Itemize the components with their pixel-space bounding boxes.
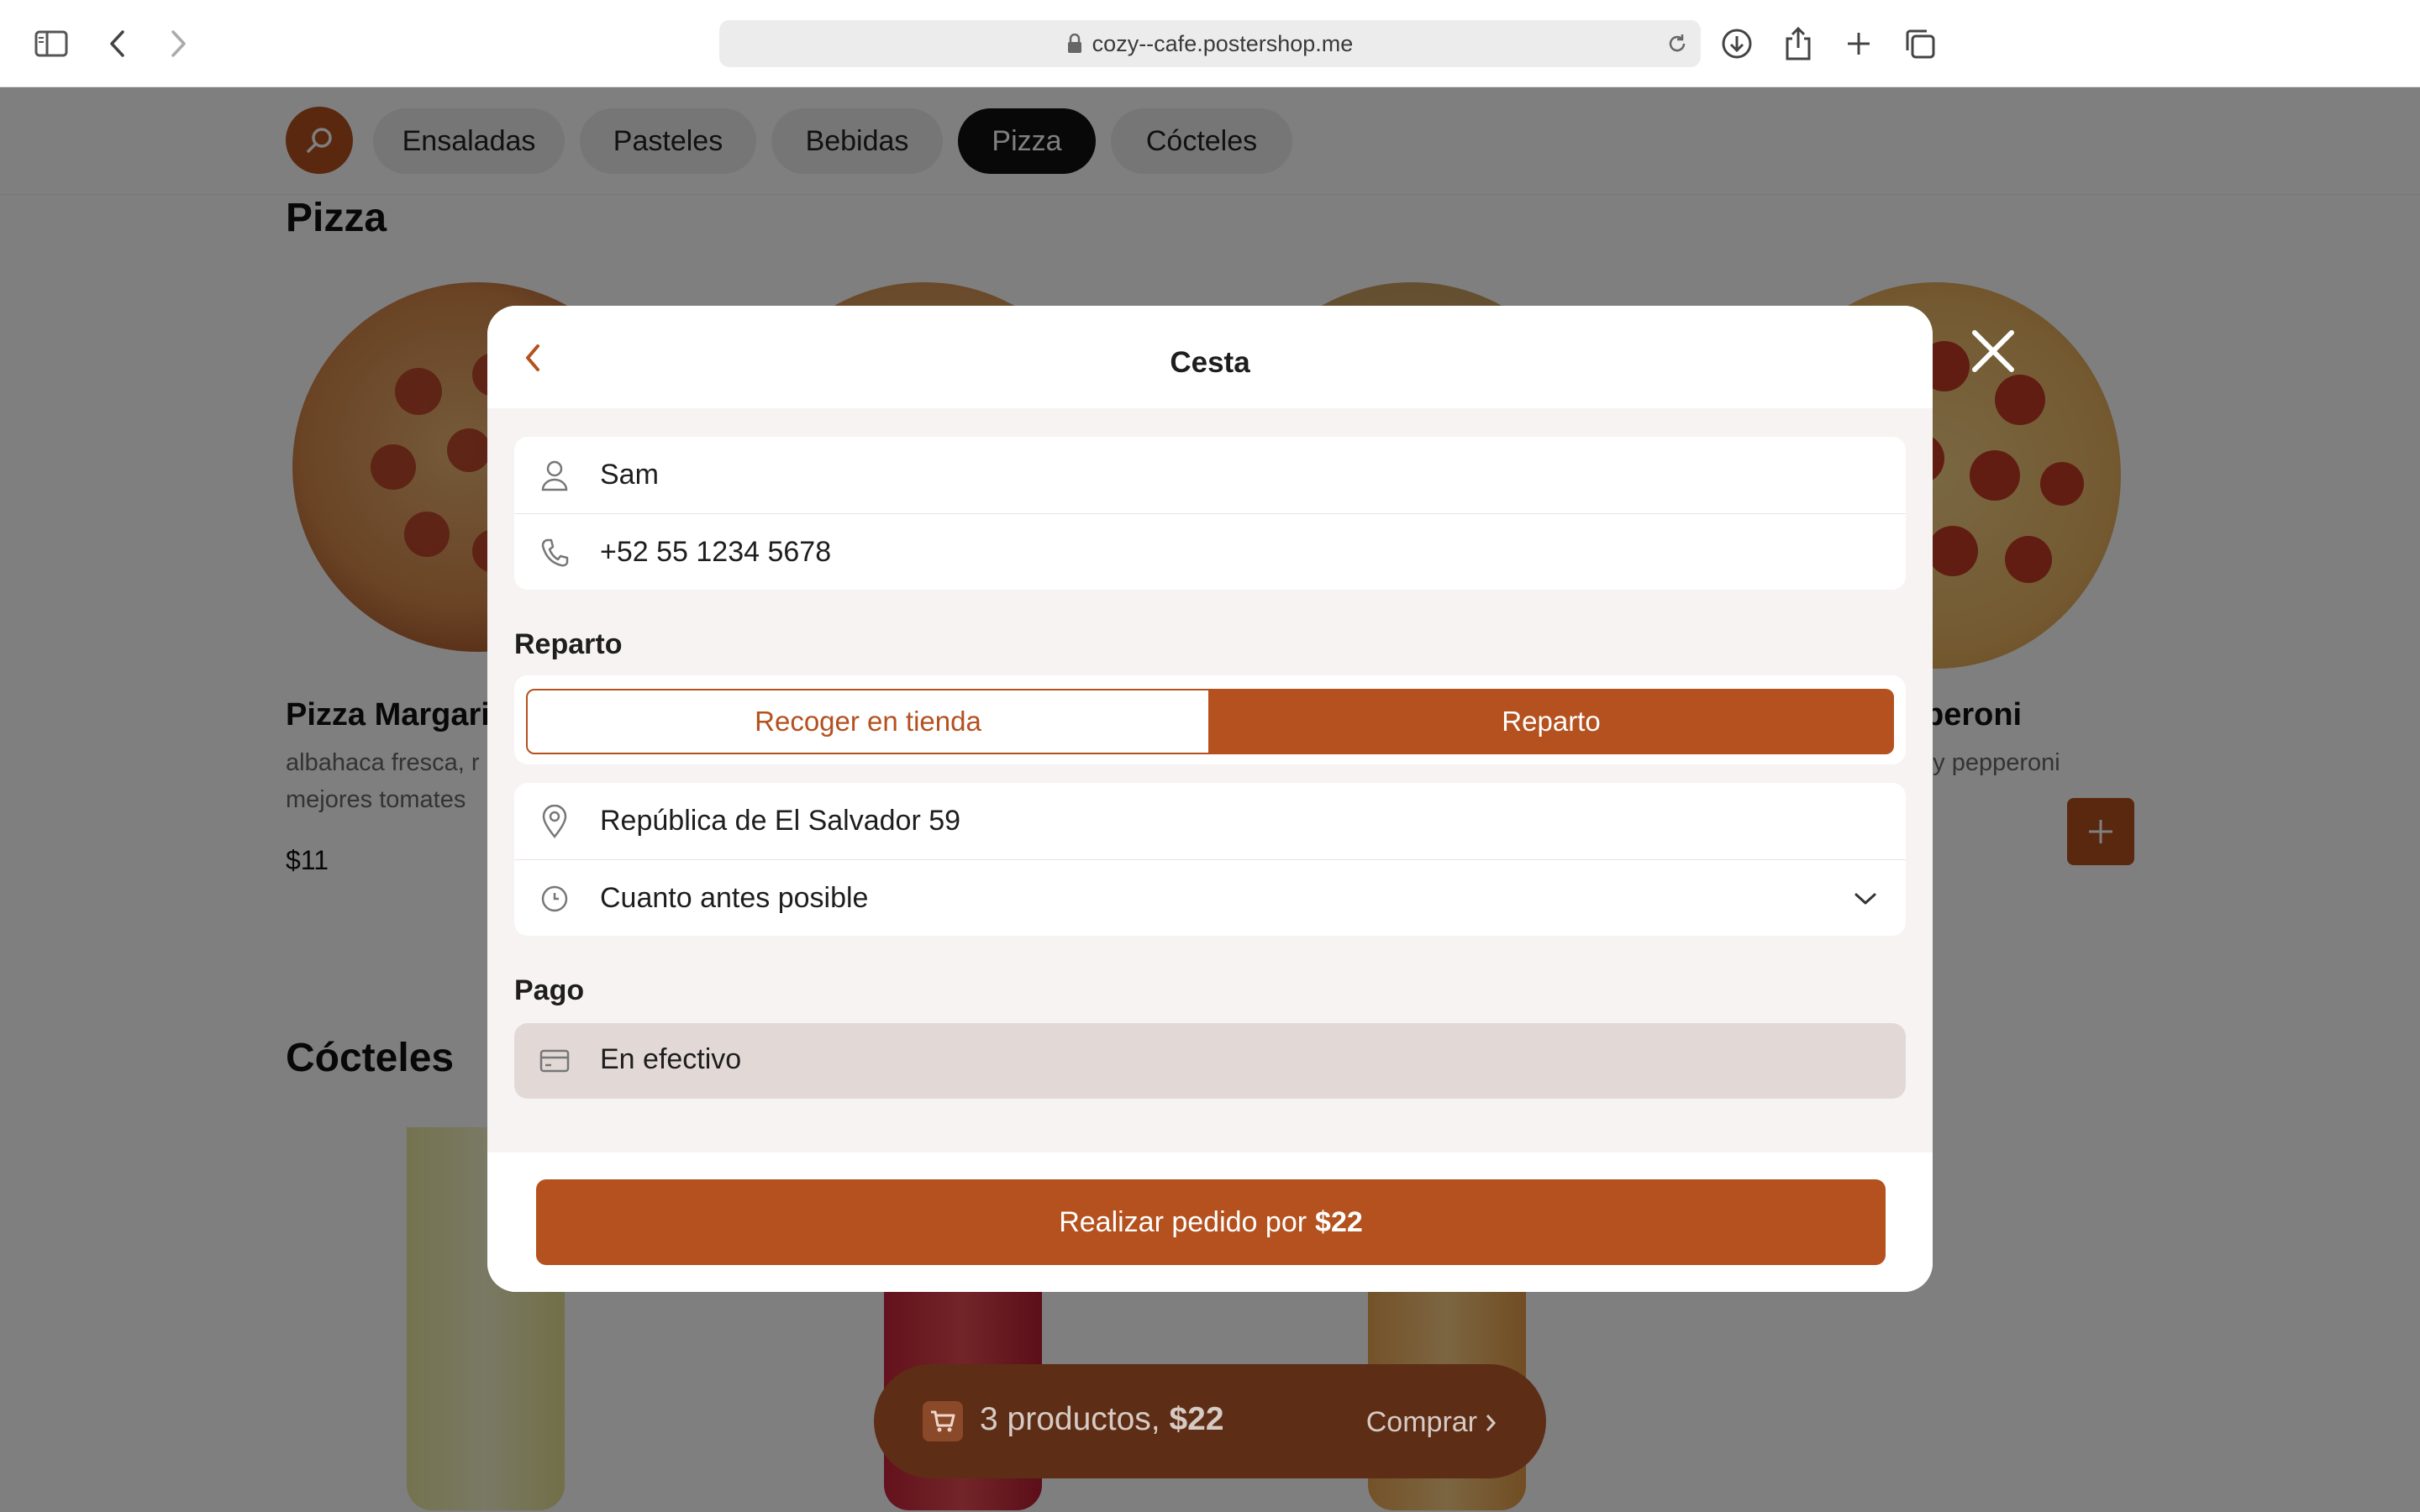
pickup-option[interactable]: Recoger en tienda: [526, 689, 1210, 754]
chevron-right-icon: [1486, 1414, 1497, 1431]
address-card: República de El Salvador 59 Cuanto antes…: [514, 783, 1906, 936]
address-value: República de El Salvador 59: [600, 805, 961, 837]
phone-icon: [536, 534, 573, 571]
contact-card: Sam +52 55 1234 5678: [514, 437, 1906, 590]
chevron-left-icon: [526, 344, 539, 371]
close-modal-button[interactable]: [1966, 324, 2020, 378]
name-field[interactable]: Sam: [514, 437, 1906, 513]
modal-footer: Realizar pedido por $22: [487, 1152, 1933, 1292]
chevron-down-icon: [1850, 884, 1881, 914]
close-icon: [1972, 330, 2014, 372]
back-arrow-icon[interactable]: [94, 20, 141, 67]
payment-value: En efectivo: [600, 1043, 742, 1075]
place-order-label: Realizar pedido por: [1059, 1205, 1307, 1238]
reload-icon[interactable]: [1662, 29, 1692, 59]
cart-bar[interactable]: 3 productos, $22 Comprar: [874, 1364, 1546, 1478]
phone-field[interactable]: +52 55 1234 5678: [514, 513, 1906, 590]
buy-button[interactable]: Comprar: [1366, 1406, 1497, 1439]
payment-field[interactable]: En efectivo: [514, 1023, 1906, 1099]
clock-icon: [536, 880, 573, 917]
url-text: cozy--cafe.postershop.me: [1092, 30, 1354, 56]
credit-card-icon: [536, 1042, 573, 1079]
modal-title: Cesta: [1170, 346, 1250, 379]
address-field[interactable]: República de El Salvador 59: [514, 783, 1906, 859]
sidebar-toggle-icon[interactable]: [28, 20, 75, 67]
place-order-amount: $22: [1315, 1205, 1363, 1238]
delivery-label: Reparto: [514, 628, 623, 660]
tab-overview-icon[interactable]: [1897, 20, 1944, 67]
lock-icon: [1067, 34, 1082, 54]
buy-label: Comprar: [1365, 1406, 1477, 1438]
cart-count: 3 productos,: [980, 1401, 1160, 1437]
delivery-option[interactable]: Reparto: [1208, 689, 1894, 754]
cart-modal: Cesta Sam +52 55 1234 5678 Reparto Recog…: [487, 306, 1933, 1292]
payment-label: Pago: [514, 974, 585, 1006]
forward-arrow-icon[interactable]: [155, 20, 202, 67]
share-icon[interactable]: [1775, 20, 1822, 67]
cart-summary: 3 productos, $22: [980, 1401, 1224, 1438]
name-value: Sam: [600, 459, 659, 491]
delivery-toggle: Recoger en tienda Reparto: [514, 675, 1906, 764]
cart-total: $22: [1169, 1401, 1224, 1437]
place-order-button[interactable]: Realizar pedido por $22: [536, 1179, 1886, 1265]
cart-icon: [923, 1401, 963, 1441]
browser-toolbar: cozy--cafe.postershop.me: [0, 0, 2420, 87]
download-icon[interactable]: [1713, 20, 1760, 67]
time-select[interactable]: Cuanto antes posible: [514, 859, 1906, 936]
modal-back-button[interactable]: [513, 338, 553, 378]
time-value: Cuanto antes posible: [600, 881, 869, 914]
address-bar[interactable]: cozy--cafe.postershop.me: [719, 20, 1701, 67]
user-icon: [536, 457, 573, 494]
new-tab-plus-icon[interactable]: [1835, 20, 1882, 67]
location-pin-icon: [536, 803, 573, 840]
phone-value: +52 55 1234 5678: [600, 535, 832, 568]
